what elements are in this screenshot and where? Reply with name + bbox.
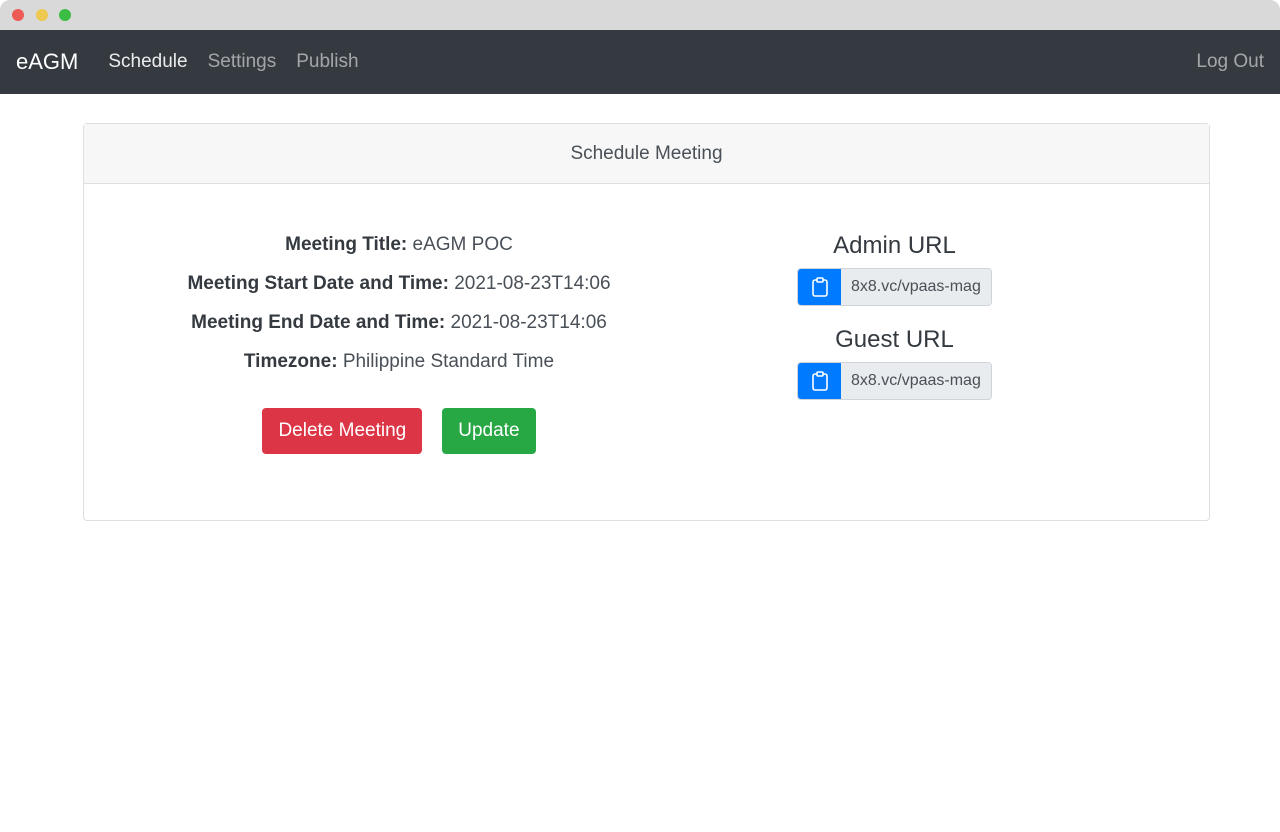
field-value: Philippine Standard Time bbox=[342, 351, 555, 372]
guest-url-heading: Guest URL bbox=[835, 326, 954, 353]
meeting-details: Meeting Title: eAGM POC Meeting Start Da… bbox=[84, 234, 714, 454]
field-label: Timezone: bbox=[243, 351, 338, 372]
nav-settings[interactable]: Settings bbox=[208, 51, 277, 73]
delete-meeting-button[interactable]: Delete Meeting bbox=[262, 408, 423, 454]
copy-guest-url-button[interactable] bbox=[798, 363, 841, 399]
logout-link[interactable]: Log Out bbox=[1196, 51, 1264, 73]
field-label: Meeting Title: bbox=[285, 234, 408, 255]
meeting-title-row: Meeting Title: eAGM POC bbox=[84, 234, 714, 273]
clipboard-icon bbox=[811, 277, 828, 297]
copy-admin-url-button[interactable] bbox=[798, 269, 841, 305]
field-value: eAGM POC bbox=[412, 234, 513, 255]
field-value: 2021-08-23T14:06 bbox=[450, 312, 607, 333]
guest-url-group bbox=[797, 362, 992, 400]
navbar: eAGM Schedule Settings Publish Log Out bbox=[0, 30, 1280, 94]
admin-url-group bbox=[797, 268, 992, 306]
nav-schedule[interactable]: Schedule bbox=[108, 51, 187, 73]
clipboard-icon bbox=[811, 371, 828, 391]
end-date-row: Meeting End Date and Time: 2021-08-23T14… bbox=[84, 312, 714, 351]
admin-url-input[interactable] bbox=[841, 269, 991, 305]
minimize-window-button[interactable] bbox=[36, 9, 48, 21]
schedule-meeting-card: Schedule Meeting Meeting Title: eAGM POC… bbox=[83, 123, 1210, 521]
field-label: Meeting Start Date and Time: bbox=[187, 273, 449, 294]
meeting-urls: Admin URL Guest URL bbox=[797, 232, 992, 420]
admin-url-heading: Admin URL bbox=[833, 232, 956, 259]
field-value: 2021-08-23T14:06 bbox=[454, 273, 611, 294]
guest-url-input[interactable] bbox=[841, 363, 991, 399]
card-title: Schedule Meeting bbox=[84, 124, 1209, 184]
start-date-row: Meeting Start Date and Time: 2021-08-23T… bbox=[84, 273, 714, 312]
brand-logo[interactable]: eAGM bbox=[16, 49, 78, 75]
field-label: Meeting End Date and Time: bbox=[191, 312, 446, 333]
maximize-window-button[interactable] bbox=[59, 9, 71, 21]
close-window-button[interactable] bbox=[12, 9, 24, 21]
window-titlebar bbox=[0, 0, 1280, 30]
nav-publish[interactable]: Publish bbox=[296, 51, 358, 73]
timezone-row: Timezone: Philippine Standard Time bbox=[84, 351, 714, 390]
update-button[interactable]: Update bbox=[442, 408, 536, 454]
